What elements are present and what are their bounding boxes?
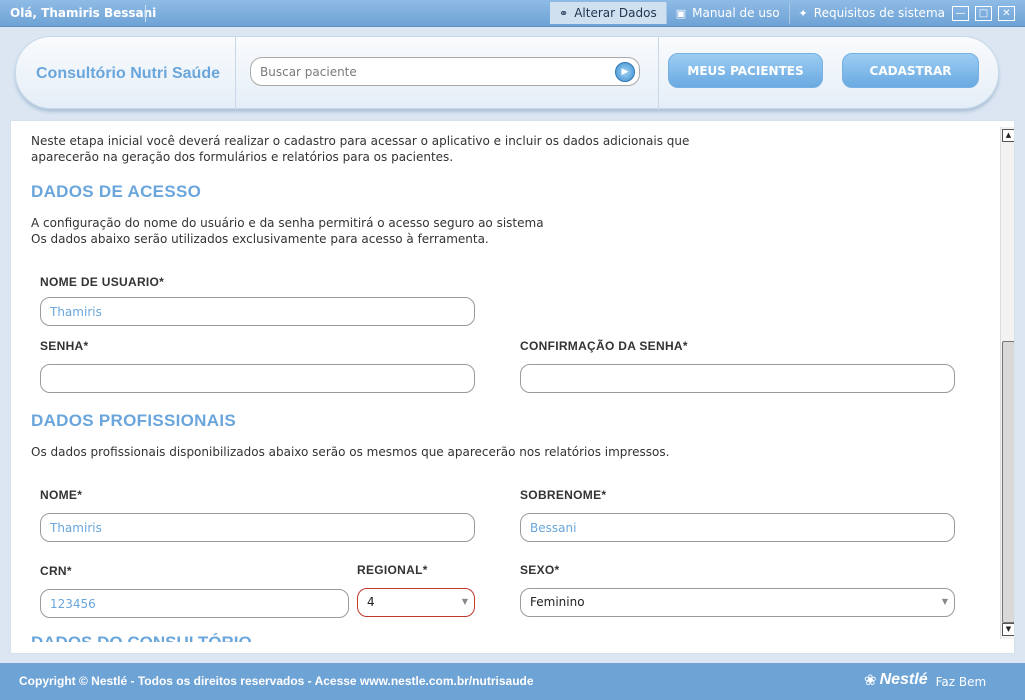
vertical-scrollbar[interactable]: ▲ ▼: [1000, 127, 1014, 639]
main-panel: Neste etapa inicial você deverá realizar…: [10, 120, 1015, 654]
nest-icon: ❀: [864, 671, 877, 689]
logo-tagline: Faz Bem: [935, 675, 987, 689]
password-label: SENHA*: [40, 339, 89, 353]
divider: [235, 37, 236, 110]
requisitos-link[interactable]: ✦ Requisitos de sistema: [790, 2, 954, 24]
access-description: A configuração do nome do usuário e da s…: [31, 215, 544, 247]
confirm-password-field[interactable]: [520, 364, 955, 393]
access-section-title: DADOS DE ACESSO: [31, 182, 202, 201]
username-field[interactable]: [40, 297, 475, 326]
cadastrar-button[interactable]: CADASTRAR: [842, 53, 979, 88]
tag-icon: ✦: [798, 6, 808, 20]
header-panel: Consultório Nutri Saúde ▶ MEUS PACIENTES…: [15, 36, 999, 110]
sex-select[interactable]: Feminino ▼: [520, 588, 955, 617]
chevron-down-icon: ▼: [941, 597, 948, 606]
form-content: Neste etapa inicial você deverá realizar…: [11, 121, 996, 653]
access-desc-line: A configuração do nome do usuário e da s…: [31, 216, 544, 230]
regional-select[interactable]: 4 ▼: [357, 588, 475, 617]
alterar-dados-label: Alterar Dados: [574, 6, 657, 20]
manual-de-uso-link[interactable]: ▣ Manual de uso: [667, 2, 789, 24]
crn-label: CRN*: [40, 564, 72, 578]
name-label: NOME*: [40, 488, 83, 502]
intro-line: aparecerão na geração dos formulários e …: [31, 150, 454, 164]
professional-description: Os dados profissionais disponibilizados …: [31, 445, 670, 459]
sex-label: SEXO*: [520, 563, 560, 577]
confirm-password-label: CONFIRMAÇÃO DA SENHA*: [520, 339, 688, 353]
nestle-logo: ❀ Nestlé Faz Bem: [864, 671, 986, 689]
search-box: ▶: [250, 57, 640, 86]
surname-field[interactable]: [520, 513, 955, 542]
sex-value: Feminino: [530, 595, 585, 609]
top-bar: Olá, Thamiris Bessani ⚭ Alterar Dados ▣ …: [0, 0, 1025, 27]
window-controls: — □ ✕: [952, 6, 1015, 21]
search-go-icon[interactable]: ▶: [615, 62, 635, 82]
minimize-button[interactable]: —: [952, 6, 969, 21]
intro-text: Neste etapa inicial você deverá realizar…: [31, 133, 689, 165]
name-field[interactable]: [40, 513, 475, 542]
crn-field[interactable]: [40, 589, 349, 618]
user-greeting: Olá, Thamiris Bessani: [10, 6, 157, 20]
divider: [658, 37, 659, 110]
surname-label: SOBRENOME*: [520, 488, 607, 502]
app-brand: Consultório Nutri Saúde: [36, 65, 220, 82]
alterar-dados-link[interactable]: ⚭ Alterar Dados: [550, 2, 666, 24]
link-icon: ⚭: [559, 6, 569, 20]
scroll-down-icon[interactable]: ▼: [1002, 623, 1014, 636]
divider: [145, 5, 146, 22]
copyright-text: Copyright © Nestlé - Todos os direitos r…: [19, 674, 534, 688]
search-input[interactable]: [260, 63, 600, 81]
scroll-up-icon[interactable]: ▲: [1002, 129, 1014, 142]
requisitos-label: Requisitos de sistema: [813, 6, 945, 20]
office-section-title: DADOS DO CONSULTÓRIO: [31, 633, 252, 642]
manual-de-uso-label: Manual de uso: [692, 6, 780, 20]
close-button[interactable]: ✕: [998, 6, 1015, 21]
meus-pacientes-button[interactable]: MEUS PACIENTES: [668, 53, 823, 88]
footer: Copyright © Nestlé - Todos os direitos r…: [0, 663, 1025, 700]
maximize-button[interactable]: □: [975, 6, 992, 21]
access-desc-line: Os dados abaixo serão utilizados exclusi…: [31, 232, 489, 246]
regional-label: REGIONAL*: [357, 563, 428, 577]
intro-line: Neste etapa inicial você deverá realizar…: [31, 134, 690, 148]
password-field[interactable]: [40, 364, 475, 393]
scrollbar-thumb[interactable]: [1002, 341, 1014, 623]
regional-value: 4: [367, 595, 375, 609]
username-label: NOME DE USUARIO*: [40, 275, 165, 289]
top-links: ⚭ Alterar Dados ▣ Manual de uso ✦ Requis…: [550, 2, 954, 24]
professional-section-title: DADOS PROFISSIONAIS: [31, 411, 237, 430]
chevron-down-icon: ▼: [461, 597, 468, 606]
logo-name: Nestlé: [879, 671, 928, 688]
book-icon: ▣: [675, 6, 687, 20]
